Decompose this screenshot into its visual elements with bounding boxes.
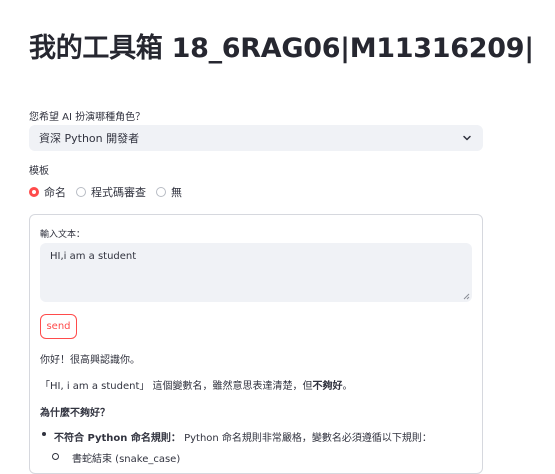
text-input-value: HI,i am a student xyxy=(50,251,137,262)
sub-bullet-icon xyxy=(52,453,59,460)
radio-option-label: 程式碼審查 xyxy=(91,186,146,199)
radio-option-naming[interactable]: 命名 xyxy=(29,184,66,200)
page-title: 我的工具箱 18_6RAG06|M11316209| xyxy=(29,33,534,64)
radio-option-label: 命名 xyxy=(44,186,66,199)
response-heading: 為什麼不夠好？ xyxy=(40,408,110,419)
response-greeting: 你好！很高興認識你。 xyxy=(40,355,140,366)
resize-handle-icon[interactable] xyxy=(462,292,470,300)
radio-option-code-review[interactable]: 程式碼審查 xyxy=(76,184,146,200)
input-label: 輸入文本： xyxy=(40,230,86,240)
text-input-area[interactable]: HI,i am a student xyxy=(40,243,472,302)
bullet-emphasis: 不符合 Python 命名規則： xyxy=(54,433,181,444)
template-radio-group: 命名 程式碼審查 無 xyxy=(29,184,192,200)
response-sub-bullet: 書蛇結束 (snake_case) xyxy=(72,454,181,465)
radio-option-none[interactable]: 無 xyxy=(156,184,182,200)
role-select-label: 您希望 AI 扮演哪種角色？ xyxy=(29,112,146,123)
chevron-down-icon[interactable] xyxy=(461,132,473,144)
response-line: 「HI, i am a student」 這個變數名，雖然意思表達清楚，但不夠好… xyxy=(40,377,353,392)
response-emphasis: 不夠好 xyxy=(312,381,343,392)
send-button[interactable]: send xyxy=(40,314,77,339)
radio-unselected-icon xyxy=(76,187,86,197)
response-text: 。 xyxy=(342,381,353,392)
bullet-icon xyxy=(42,432,46,436)
template-label: 模板 xyxy=(29,166,49,177)
radio-selected-icon xyxy=(29,187,39,197)
bullet-text: Python 命名規則非常嚴格，變數名必須遵循以下規則： xyxy=(180,433,432,444)
response-bullet: 不符合 Python 命名規則： Python 命名規則非常嚴格，變數名必須遵循… xyxy=(54,429,432,444)
response-text: 「HI, i am a student」 這個變數名，雖然意思表達清楚，但 xyxy=(40,381,313,392)
input-form: 輸入文本： HI,i am a student send 你好！很高興認識你。 … xyxy=(29,214,483,474)
radio-option-label: 無 xyxy=(171,186,182,199)
role-select-value: 資深 Python 開發者 xyxy=(39,132,140,145)
radio-unselected-icon xyxy=(156,187,166,197)
role-select[interactable]: 資深 Python 開發者 xyxy=(29,125,483,151)
